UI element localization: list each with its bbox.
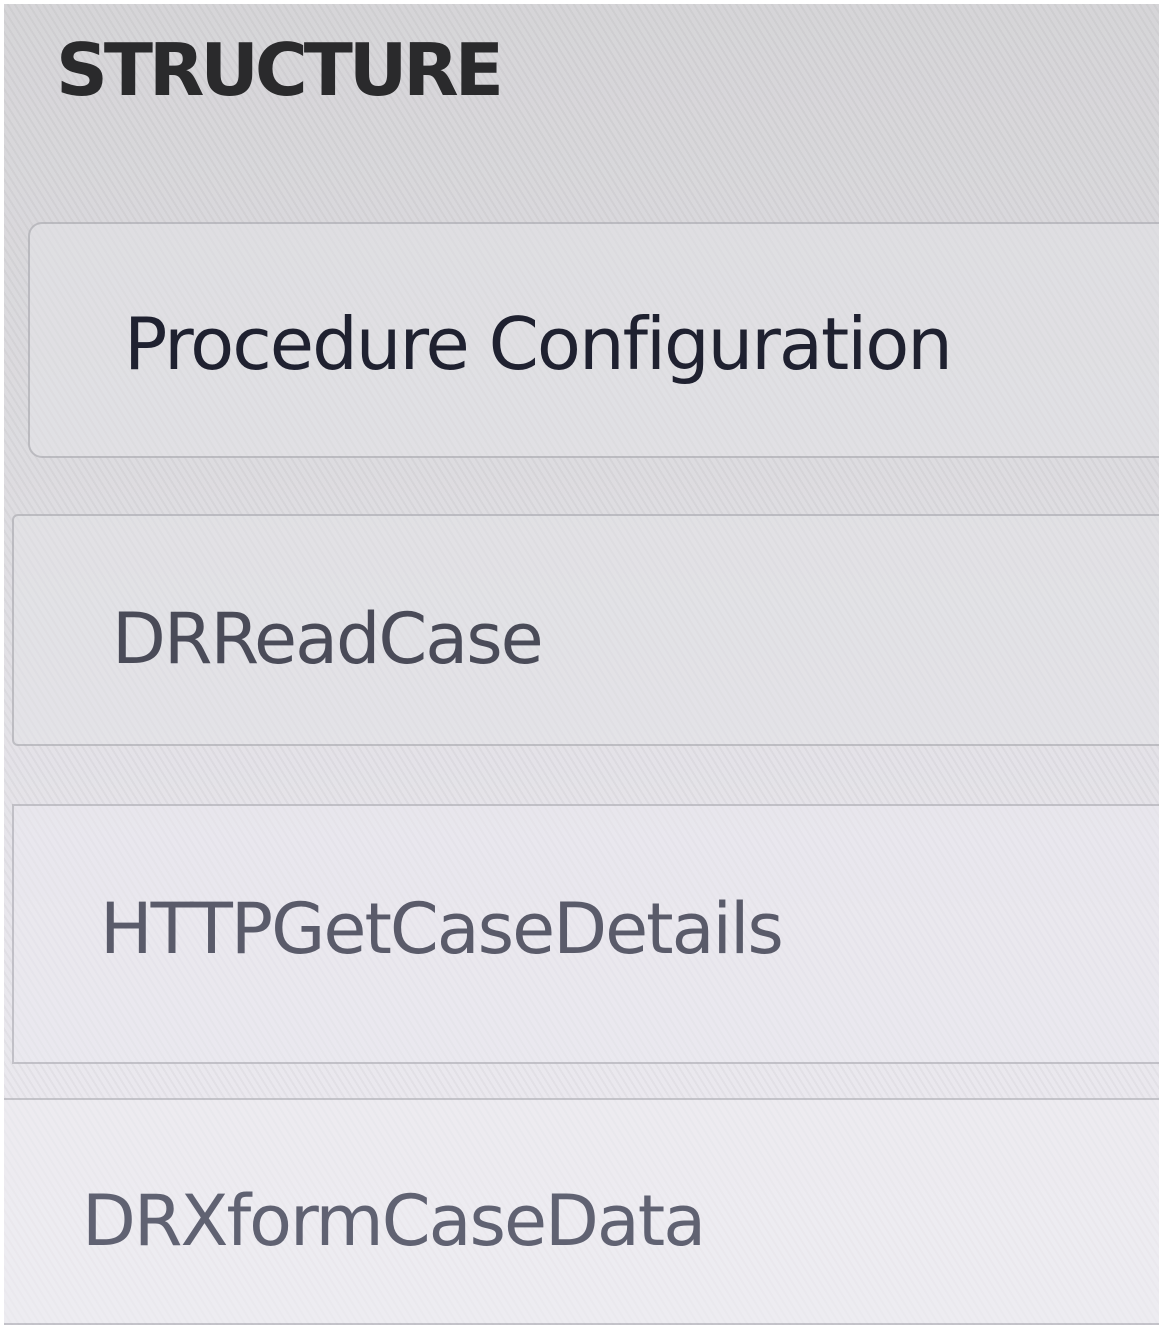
structure-item-procedure-configuration[interactable]: Procedure Configuration [28,222,1159,458]
structure-item-drxformcasedata[interactable]: DRXformCaseData [4,1098,1159,1325]
structure-item-httpgetcasedetails[interactable]: HTTPGetCaseDetails [12,804,1159,1064]
structure-item-label: DRXformCaseData [82,1180,706,1262]
structure-panel: STRUCTURE Procedure Configuration DRRead… [4,4,1159,1325]
structure-item-label: DRReadCase [112,598,544,680]
structure-item-label: Procedure Configuration [124,302,953,386]
structure-list: Procedure Configuration DRReadCase HTTPG… [4,4,1159,1325]
structure-item-label: HTTPGetCaseDetails [100,888,784,970]
structure-item-drreadcase[interactable]: DRReadCase [12,514,1159,746]
